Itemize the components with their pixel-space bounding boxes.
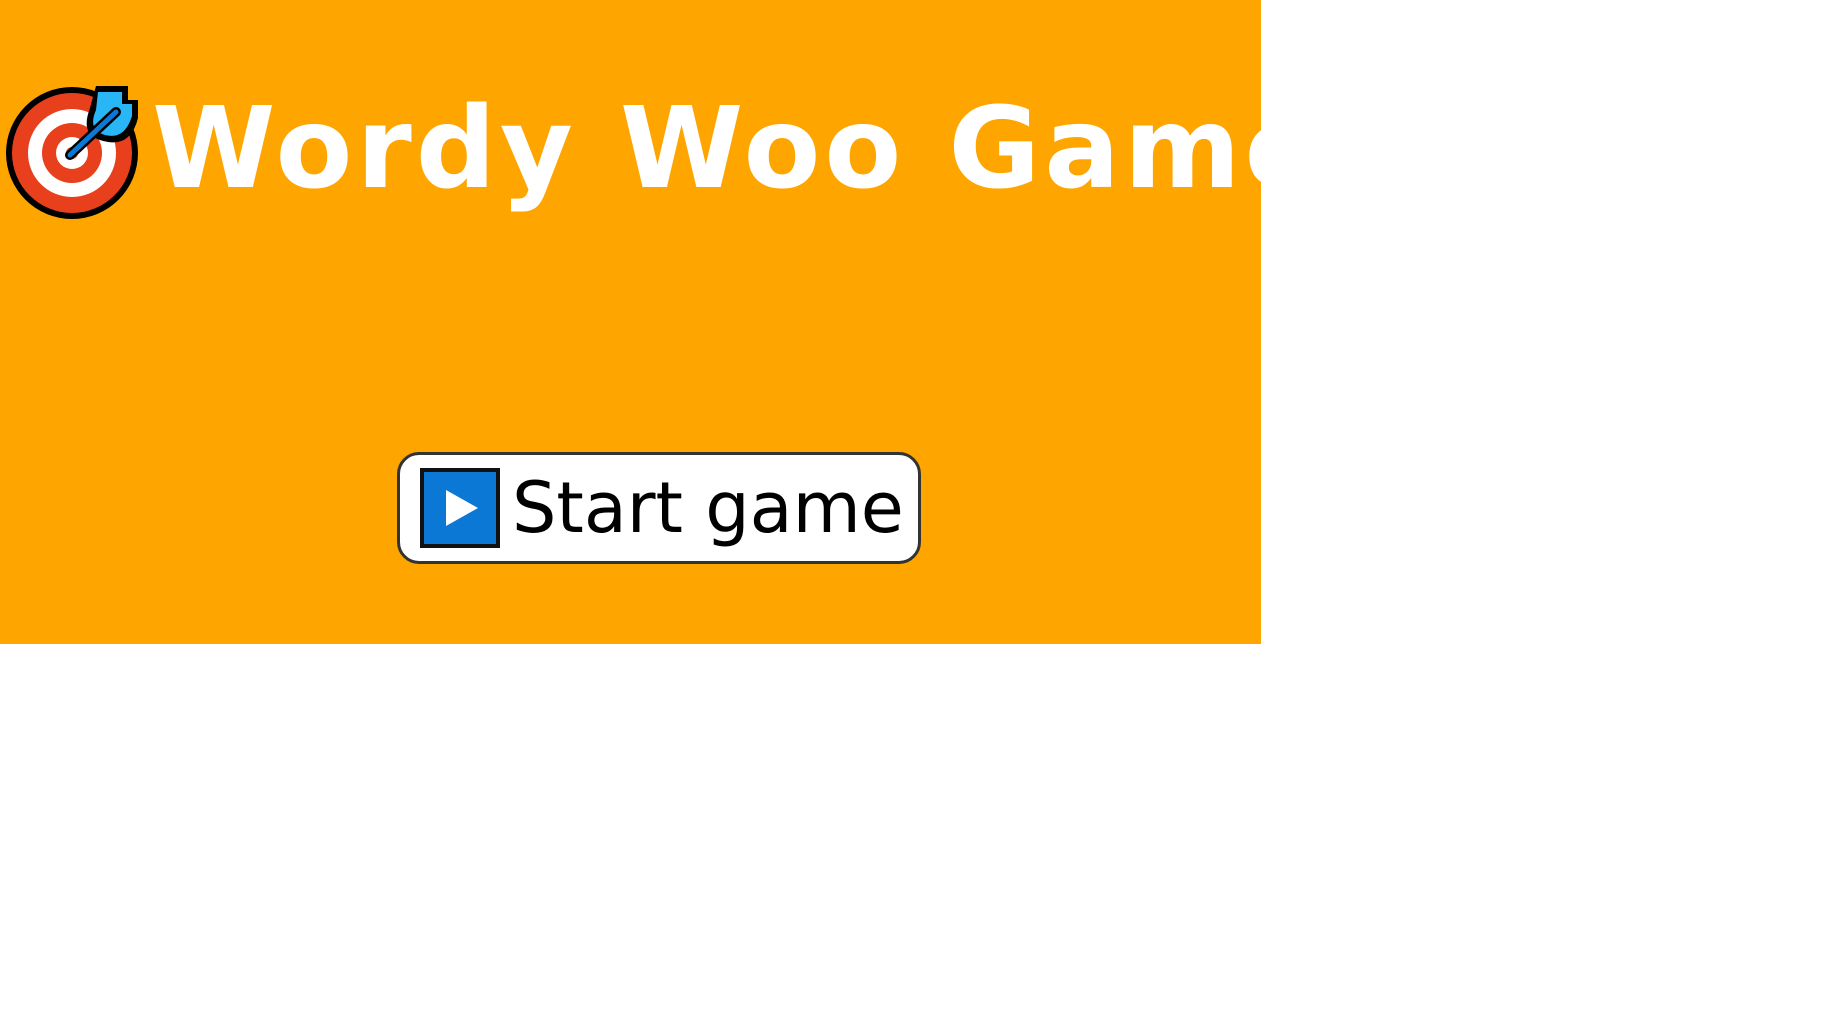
start-game-label: Start game [512, 467, 904, 549]
title-row: Wordy Woo Game [0, 74, 1325, 224]
game-title: Wordy Woo Game [152, 84, 1325, 214]
game-panel: Wordy Woo Game Start game [0, 0, 1321, 644]
target-icon [6, 86, 138, 219]
start-game-button[interactable]: Start game [397, 452, 921, 564]
play-triangle [446, 490, 478, 526]
play-icon [420, 468, 500, 548]
